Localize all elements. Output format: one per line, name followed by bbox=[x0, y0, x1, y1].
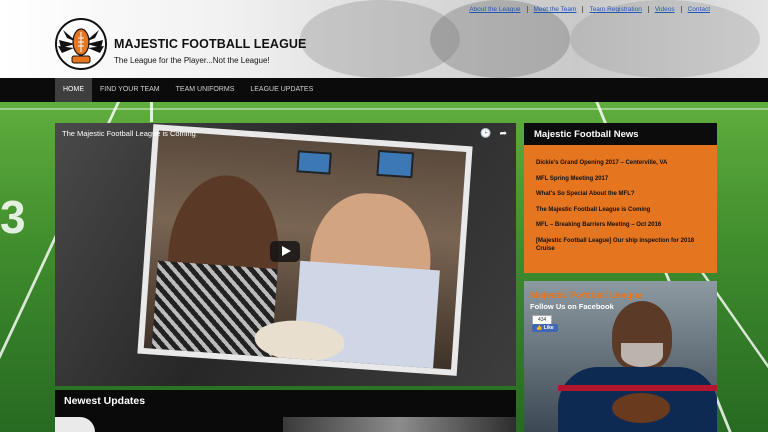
tv-screen bbox=[296, 150, 332, 175]
nav-item-league-updates[interactable]: LEAGUE UPDATES bbox=[242, 78, 321, 102]
update-thumbnail[interactable] bbox=[55, 417, 95, 432]
top-link-about[interactable]: About the League bbox=[463, 6, 526, 13]
top-link-registration[interactable]: Team Registration bbox=[582, 6, 647, 13]
news-item[interactable]: MFL – Breaking Barriers Meeting – Oct 20… bbox=[536, 221, 705, 229]
nav-item-find-your-team[interactable]: FIND YOUR TEAM bbox=[92, 78, 168, 102]
top-link-team[interactable]: Meet the Team bbox=[526, 6, 583, 13]
news-item[interactable]: What's So Special About the MFL? bbox=[536, 190, 705, 198]
nav-item-team-uniforms[interactable]: TEAM UNIFORMS bbox=[168, 78, 243, 102]
site-title[interactable]: MAJESTIC FOOTBALL LEAGUE bbox=[114, 37, 306, 51]
newest-updates-section: Newest Updates bbox=[55, 390, 516, 432]
facebook-follow-text[interactable]: Follow Us on Facebook bbox=[530, 302, 614, 311]
video-title[interactable]: The Majestic Football League is Coming bbox=[62, 129, 196, 138]
site-tagline: The League for the Player...Not the Leag… bbox=[114, 56, 270, 65]
share-icon[interactable]: ➦ bbox=[499, 128, 507, 139]
play-icon[interactable] bbox=[270, 241, 300, 262]
top-links: About the League Meet the Team Team Regi… bbox=[463, 6, 716, 13]
clock-icon[interactable]: 🕒 bbox=[480, 128, 491, 139]
top-link-contact[interactable]: Contact bbox=[680, 6, 716, 13]
news-item[interactable]: Dickie's Grand Opening 2017 – Centervill… bbox=[536, 159, 705, 167]
site-header: MAJESTIC FOOTBALL LEAGUE The League for … bbox=[0, 0, 768, 78]
news-item[interactable]: [Majestic Football League] Our ship insp… bbox=[536, 237, 705, 253]
yard-number-decoration: 3 bbox=[0, 191, 26, 243]
main-nav: HOME FIND YOUR TEAM TEAM UNIFORMS LEAGUE… bbox=[0, 78, 768, 102]
section-title: Newest Updates bbox=[64, 395, 146, 407]
video-player[interactable]: The Majestic Football League is Coming 🕒… bbox=[55, 123, 516, 386]
facebook-page-name[interactable]: Majestic Football League bbox=[530, 290, 643, 301]
facebook-like-button[interactable]: 👍 Like bbox=[532, 324, 558, 332]
person-photo-beard bbox=[621, 343, 663, 367]
tv-screen bbox=[376, 149, 415, 179]
field-sideline bbox=[0, 108, 768, 110]
news-title: Majestic Football News bbox=[524, 123, 717, 145]
nav-item-home[interactable]: HOME bbox=[55, 78, 92, 102]
like-button-label: Like bbox=[543, 325, 554, 331]
football-image bbox=[612, 393, 670, 423]
news-item[interactable]: MFL Spring Meeting 2017 bbox=[536, 175, 705, 183]
update-thumbnail[interactable] bbox=[283, 417, 516, 432]
top-link-videos[interactable]: Videos bbox=[647, 6, 681, 13]
news-widget: Majestic Football News Dickie's Grand Op… bbox=[524, 123, 717, 273]
facebook-widget: Majestic Football League Follow Us on Fa… bbox=[524, 281, 717, 432]
news-list: Dickie's Grand Opening 2017 – Centervill… bbox=[524, 145, 717, 253]
news-item[interactable]: The Majestic Football League is Coming bbox=[536, 206, 705, 214]
person-photo-jersey-stripe bbox=[558, 385, 717, 391]
thumbs-up-icon: 👍 bbox=[536, 325, 543, 331]
video-controls: 🕒 ➦ bbox=[480, 128, 507, 139]
football-helmet-wings-logo-icon[interactable] bbox=[55, 18, 107, 70]
yard-line bbox=[150, 102, 153, 122]
video-thumbnail-photo bbox=[137, 124, 473, 376]
